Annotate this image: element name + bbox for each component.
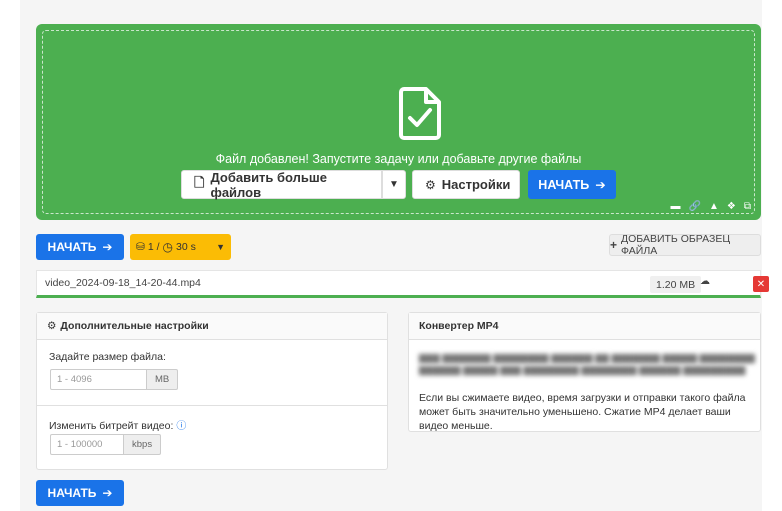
arrow-right-icon: ➔	[595, 178, 606, 192]
settings-label: Настройки	[441, 177, 511, 192]
add-sample-file-button[interactable]: + ДОБАВИТЬ ОБРАЗЕЦ ФАЙЛА	[609, 233, 761, 257]
start-label: НАЧАТЬ	[47, 240, 97, 254]
add-sample-label: ДОБАВИТЬ ОБРАЗЕЦ ФАЙЛА	[621, 233, 731, 257]
arrow-right-icon: ➔	[102, 240, 113, 254]
blurred-text-line: ▇▇▇ ▇▇▇▇▇▇▇ ▇▇▇▇▇▇▇▇ ▇▇▇▇▇▇ ▇▇ ▇▇▇▇▇▇▇ ▇…	[419, 353, 755, 363]
add-source-dropdown-button[interactable]: ▼	[382, 170, 406, 199]
dropzone-source-tools: ▬ 🔗 ▲ ❖ ⧉	[671, 201, 751, 212]
file-size-input[interactable]: 1 - 4096	[50, 369, 147, 390]
file-check-icon	[399, 87, 441, 140]
settings-button[interactable]: ⚙ Настройки	[412, 170, 520, 199]
converter-header: Конвертер MP4	[409, 313, 760, 340]
files-limit: 1 /	[147, 241, 160, 253]
clipboard-icon[interactable]: ⧉	[744, 201, 751, 212]
advanced-settings-header: ⚙ Дополнительные настройки	[37, 313, 387, 340]
dropzone[interactable]: Файл добавлен! Запустите задачу или доба…	[36, 24, 761, 220]
bitrate-input[interactable]: 1 - 100000	[50, 434, 124, 455]
bitrate-input-group: 1 - 100000 kbps	[50, 434, 162, 455]
limits-dropdown[interactable]: ⛁ 1 / ◷ 30 s ▼	[130, 234, 231, 260]
info-icon[interactable]: ⓘ	[176, 421, 186, 432]
add-file-icon: 🗋	[194, 174, 205, 190]
converter-info-panel: Конвертер MP4 ▇▇▇ ▇▇▇▇▇▇▇ ▇▇▇▇▇▇▇▇ ▇▇▇▇▇…	[408, 312, 761, 432]
chevron-down-icon: ▼	[216, 242, 225, 252]
file-size-label: Задайте размер файла:	[49, 351, 166, 363]
google-drive-icon[interactable]: ▲	[709, 201, 719, 212]
blurred-text-line: ▇▇▇▇▇▇ ▇▇▇▇▇ ▇▇▇ ▇▇▇▇▇▇▇▇ ▇▇▇▇▇▇▇▇ ▇▇▇▇▇…	[419, 365, 746, 375]
start-label: НАЧАТЬ	[538, 177, 590, 192]
gear-icon: ⚙	[47, 320, 57, 332]
advanced-settings-title: Дополнительные настройки	[60, 320, 209, 332]
add-more-files-label: Добавить больше файлов	[210, 169, 327, 200]
bitrate-unit: kbps	[124, 434, 162, 455]
chevron-down-icon: ▼	[389, 179, 399, 190]
file-name: video_2024-09-18_14-20-44.mp4	[45, 277, 201, 289]
file-size-unit: MB	[147, 369, 179, 390]
bitrate-label-row: Изменить битрейт видео: ⓘ	[49, 417, 186, 432]
converter-description: Если вы сжимаете видео, время загрузки и…	[419, 392, 746, 432]
dropzone-start-button[interactable]: НАЧАТЬ ➔	[528, 170, 616, 199]
page: Файл добавлен! Запустите задачу или доба…	[20, 0, 769, 511]
database-icon: ⛁	[136, 241, 145, 253]
add-more-files-button[interactable]: 🗋 Добавить больше файлов	[181, 169, 382, 200]
folder-icon[interactable]: ▬	[671, 201, 681, 212]
arrow-right-icon: ➔	[102, 486, 113, 500]
file-size-input-group: 1 - 4096 MB	[50, 369, 179, 390]
dropzone-actions: 🗋 Добавить больше файлов ▼ ⚙ Настройки Н…	[181, 169, 616, 200]
time-limit: 30 s	[175, 241, 196, 253]
bitrate-label: Изменить битрейт видео:	[49, 420, 174, 432]
gears-icon: ⚙	[425, 177, 436, 192]
start-label: НАЧАТЬ	[47, 486, 97, 500]
settings-divider	[37, 405, 387, 406]
file-row: video_2024-09-18_14-20-44.mp4 1.20 MB ☁ …	[36, 270, 769, 298]
link-icon[interactable]: 🔗	[689, 201, 701, 212]
converter-title: Конвертер MP4	[419, 320, 499, 332]
start-button[interactable]: НАЧАТЬ ➔	[36, 234, 124, 260]
bottom-start-button[interactable]: НАЧАТЬ ➔	[36, 480, 124, 506]
dropzone-message: Файл добавлен! Запустите задачу или доба…	[215, 152, 582, 166]
advanced-settings-panel: ⚙ Дополнительные настройки Задайте разме…	[36, 312, 388, 470]
plus-icon: +	[610, 238, 618, 252]
dropbox-icon[interactable]: ❖	[727, 201, 736, 212]
clock-icon: ◷	[162, 240, 173, 254]
file-size-badge: 1.20 MB	[650, 276, 702, 293]
cloud-upload-icon[interactable]: ☁	[700, 276, 710, 287]
delete-file-button[interactable]: ✕	[753, 276, 769, 292]
